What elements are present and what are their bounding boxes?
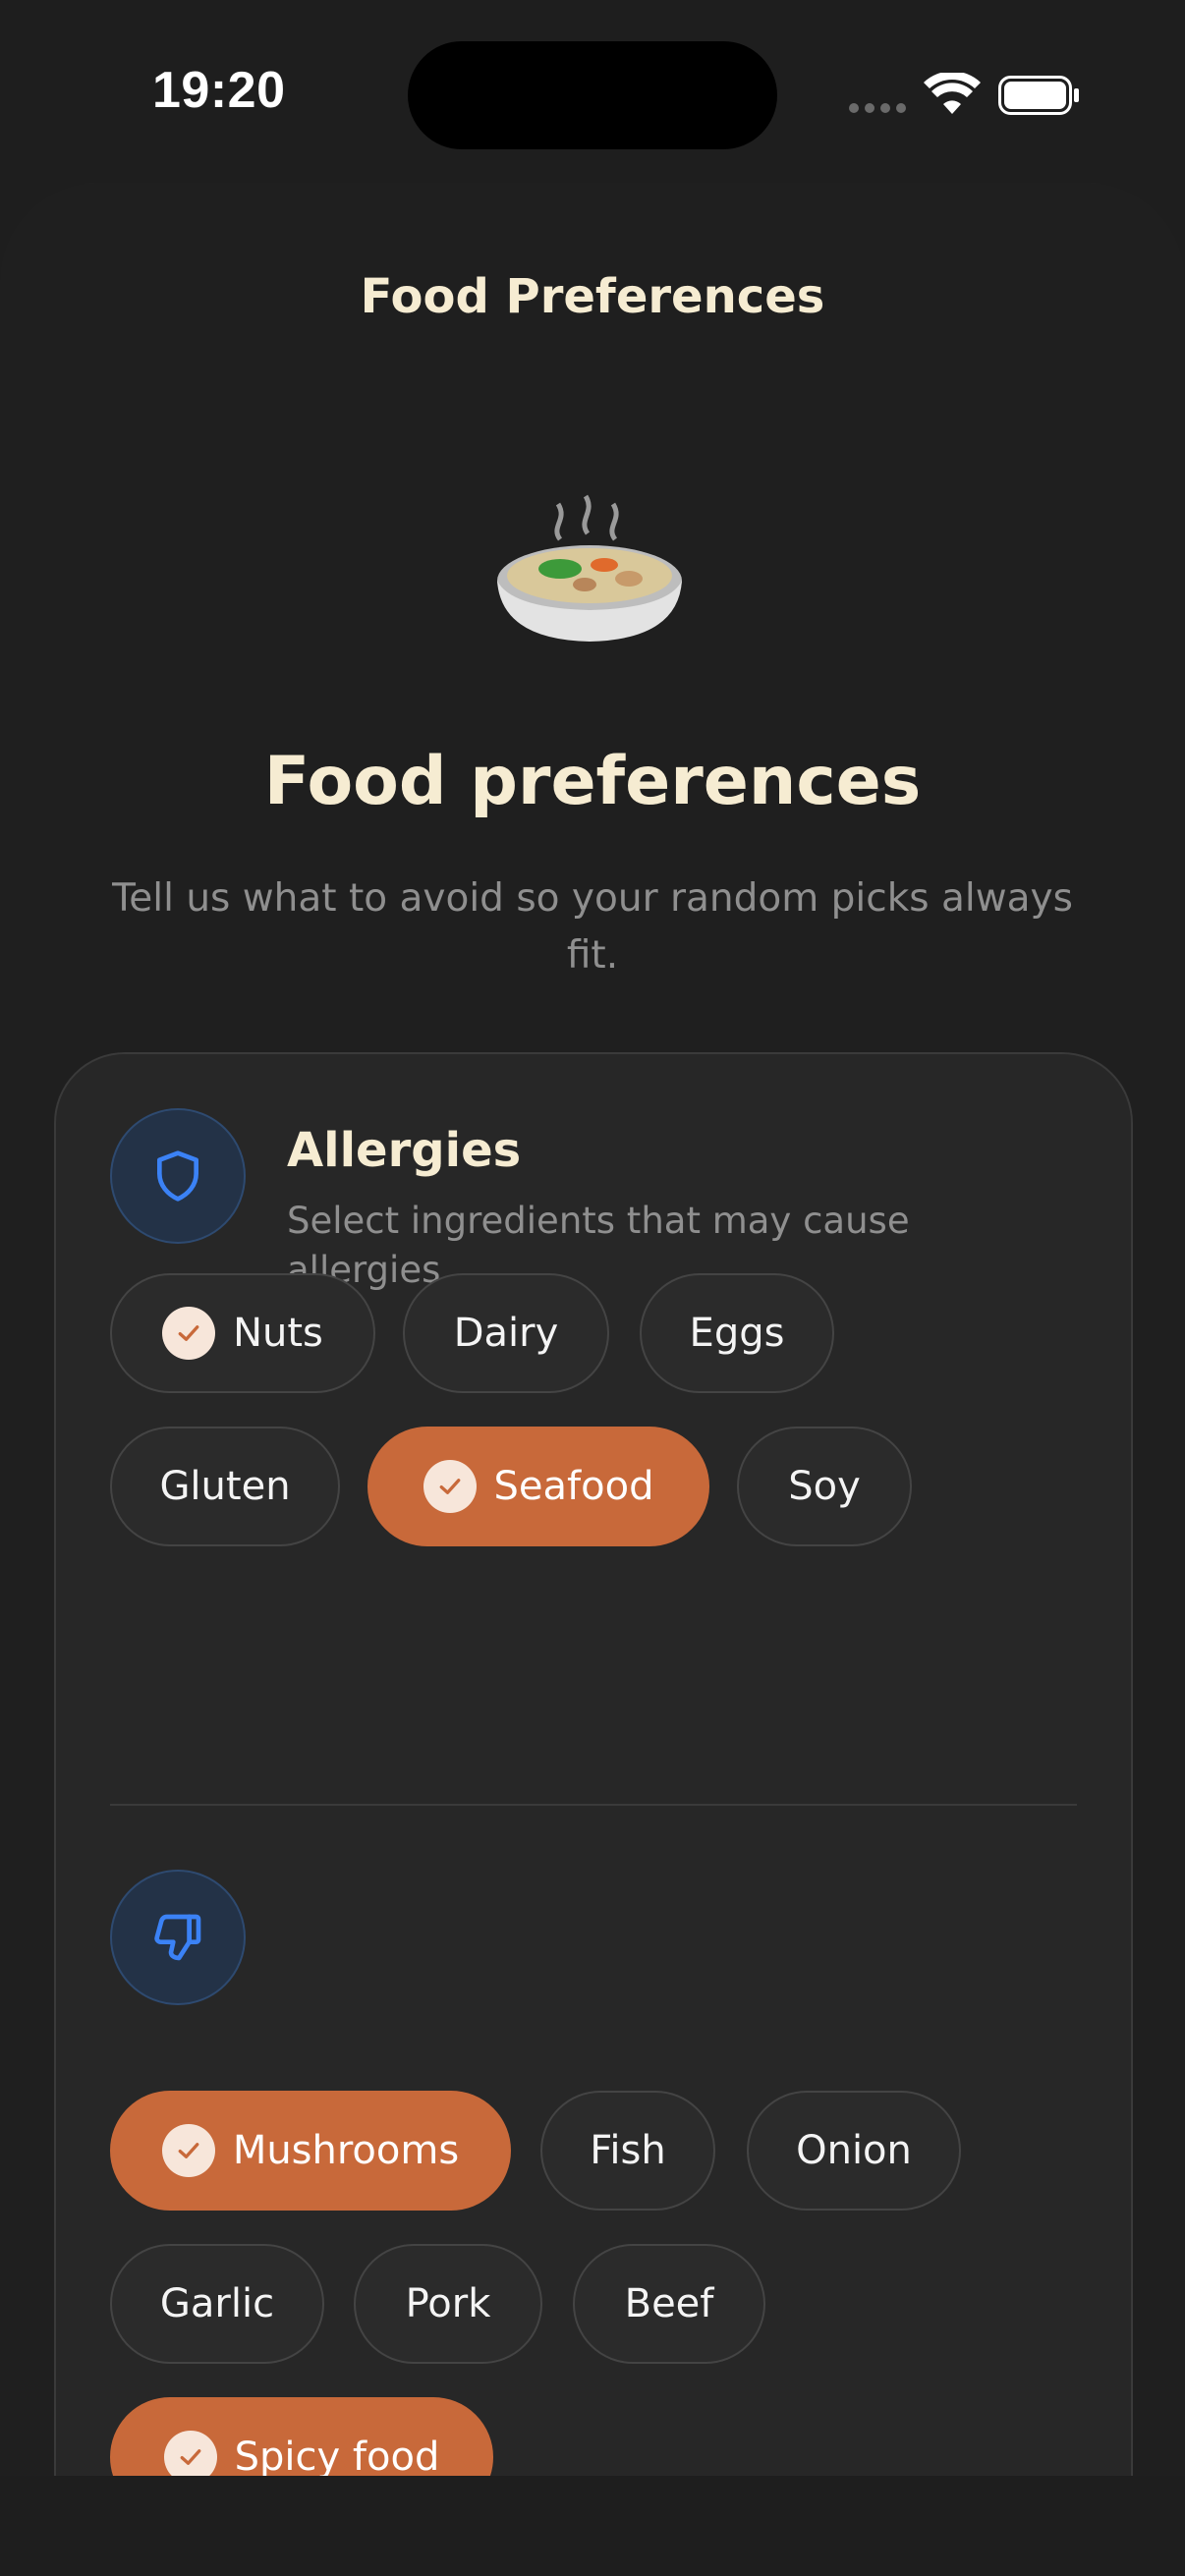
cellular-signal-icon [849,103,906,113]
chip-label: Dairy [453,1311,559,1356]
status-time: 19:20 [152,62,286,119]
preferences-sheet: Food Preferences Food preferences Tell u… [0,183,1185,2476]
chip-gluten[interactable]: Gluten [110,1427,340,1546]
chip-label: Onion [796,2128,912,2173]
chip-label: Pork [405,2281,491,2326]
allergies-title: Allergies [287,1123,522,1178]
page-heading: Food preferences [263,743,922,820]
battery-icon [998,76,1079,115]
check-icon [423,1460,477,1513]
chip-eggs[interactable]: Eggs [640,1273,834,1393]
check-icon [163,2431,217,2476]
chip-garlic[interactable]: Garlic [110,2244,324,2364]
sheet-title: Food Preferences [360,269,825,324]
check-icon [161,2124,215,2177]
chip-label: Spicy food [234,2435,440,2476]
allergies-section-icon [110,1108,246,1244]
chip-nuts[interactable]: Nuts [110,1273,375,1393]
chip-label: Gluten [159,1464,291,1509]
chip-label: Soy [788,1464,861,1509]
wifi-icon [924,73,981,114]
section-divider [110,1804,1077,1806]
page-subtitle: Tell us what to avoid so your random pic… [112,876,1073,978]
dynamic-island [408,41,777,149]
chip-beef[interactable]: Beef [573,2244,765,2364]
chip-label: Fish [590,2128,666,2173]
chip-pork[interactable]: Pork [354,2244,542,2364]
chip-label: Mushrooms [232,2128,460,2173]
chip-label: Eggs [689,1311,785,1356]
soup-pot-icon [497,494,682,642]
chip-label: Nuts [233,1311,323,1356]
chip-label: Beef [624,2281,714,2326]
chip-seafood[interactable]: Seafood [367,1427,709,1546]
disliked-section-icon [110,1870,246,2005]
chip-label: Seafood [493,1464,654,1509]
chip-mushrooms[interactable]: Mushrooms [110,2091,511,2211]
chip-dairy[interactable]: Dairy [403,1273,609,1393]
chip-soy[interactable]: Soy [737,1427,912,1546]
shield-icon [157,1150,199,1202]
chip-label: Garlic [159,2281,275,2326]
preferences-card: Allergies Select ingredients that may ca… [54,1052,1133,2476]
chip-onion[interactable]: Onion [747,2091,961,2211]
thumbs-down-icon [154,1914,201,1961]
chip-fish[interactable]: Fish [540,2091,715,2211]
check-icon [162,1307,216,1360]
chip-spicy-food[interactable]: Spicy food [110,2397,493,2476]
